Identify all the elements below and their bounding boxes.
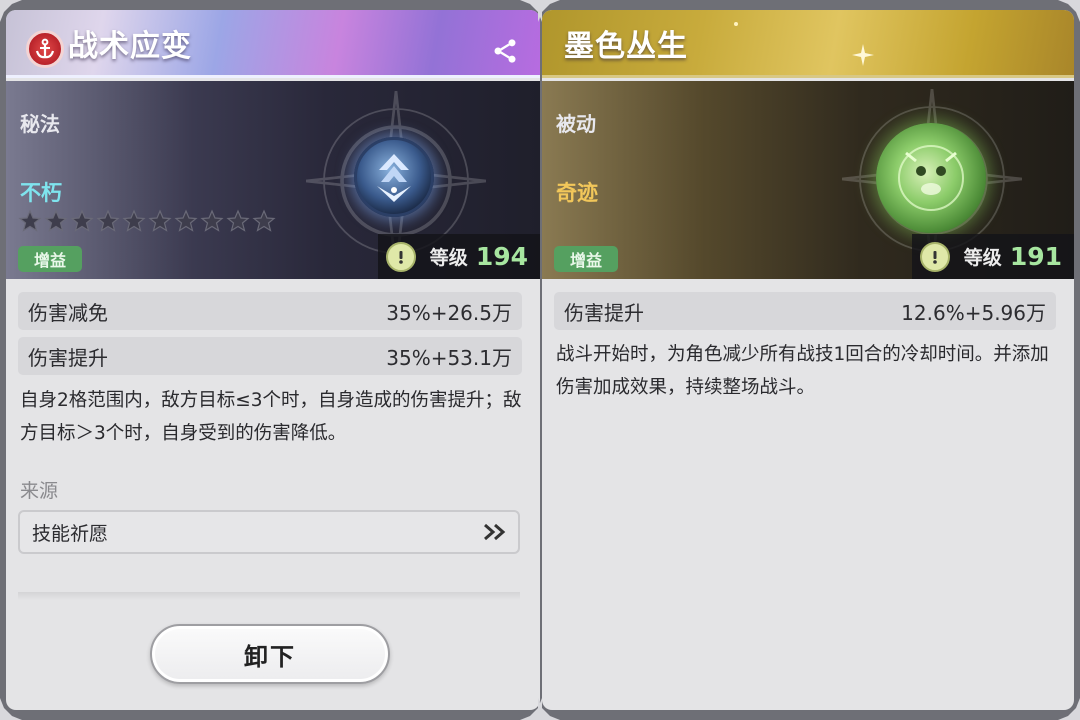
card-header: 墨色丛生	[542, 10, 1074, 78]
star-icon	[44, 209, 68, 232]
stat-name: 伤害提升	[564, 300, 644, 325]
stat-value: 35%+53.1万	[386, 345, 512, 370]
skill-info-band: 秘法 不朽 增益 等级 194	[6, 81, 540, 279]
right-skill-card: 墨色丛生 被动 奇迹 增益 等级 191 伤害提升 12.6%+5.96万 战斗…	[542, 10, 1074, 710]
star-rating	[18, 209, 276, 233]
skill-title: 战术应变	[68, 28, 192, 64]
left-skill-card: 战术应变 秘法 不朽 增益 等级 194 伤害减免 35%+26.5万 伤害提升…	[6, 10, 540, 710]
skill-rarity: 不朽	[20, 181, 62, 205]
level-display: 等级 194	[377, 234, 540, 279]
corner-ornament-icon	[538, 698, 560, 720]
level-value: 191	[1009, 242, 1062, 271]
skill-description: 自身2格范围内，敌方目标≤3个时，自身造成的伤害提升；敌方目标＞3个时，自身受到…	[20, 390, 522, 444]
skill-info-band: 被动 奇迹 增益 等级 191	[542, 81, 1074, 279]
anchor-emblem-icon	[26, 30, 64, 68]
source-value: 技能祈愿	[32, 522, 109, 545]
buff-badge: 增益	[18, 246, 82, 272]
stat-row: 伤害减免 35%+26.5万	[18, 292, 522, 330]
stat-list: 伤害减免 35%+26.5万 伤害提升 35%+53.1万	[18, 292, 522, 382]
corner-ornament-icon	[0, 698, 22, 720]
skill-description: 战斗开始时，为角色减少所有战技1回合的冷却时间。并添加伤害加成效果，持续整场战斗…	[556, 344, 1049, 398]
corner-ornament-icon	[0, 0, 22, 22]
share-icon[interactable]	[488, 34, 522, 68]
corner-ornament-icon	[1058, 698, 1080, 720]
star-icon	[122, 209, 146, 232]
stat-list: 伤害提升 12.6%+5.96万	[554, 292, 1056, 337]
star-icon	[226, 209, 250, 232]
star-icon	[200, 209, 224, 232]
skill-type: 被动	[556, 112, 596, 136]
source-label: 来源	[20, 480, 59, 502]
corner-ornament-icon	[1058, 0, 1080, 22]
alert-icon[interactable]	[919, 241, 950, 272]
skill-rarity: 奇迹	[556, 181, 598, 205]
source-link[interactable]: 技能祈愿	[18, 510, 520, 554]
alert-icon[interactable]	[385, 241, 416, 272]
star-icon	[70, 209, 94, 232]
divider	[18, 592, 520, 600]
star-icon	[252, 209, 276, 232]
stat-name: 伤害提升	[28, 345, 108, 370]
unload-button[interactable]: 卸下	[150, 624, 390, 684]
stat-value: 12.6%+5.96万	[901, 300, 1046, 325]
skill-title: 墨色丛生	[564, 28, 688, 64]
level-value: 194	[475, 242, 528, 271]
sparkle-icon	[734, 22, 738, 26]
star-icon	[174, 209, 198, 232]
level-label: 等级	[429, 247, 468, 269]
skill-orb-icon	[354, 137, 434, 217]
star-icon	[18, 209, 42, 232]
stat-value: 35%+26.5万	[386, 300, 512, 325]
buff-badge: 增益	[554, 246, 618, 272]
stat-row: 伤害提升 35%+53.1万	[18, 337, 522, 375]
double-chevron-right-icon	[484, 523, 506, 541]
level-display: 等级 191	[911, 234, 1074, 279]
level-label: 等级	[963, 247, 1002, 269]
skill-orb-icon	[876, 123, 986, 233]
sparkle-icon	[852, 44, 874, 66]
stat-name: 伤害减免	[28, 300, 108, 325]
card-header: 战术应变	[6, 10, 540, 78]
stat-row: 伤害提升 12.6%+5.96万	[554, 292, 1056, 330]
corner-ornament-icon	[538, 0, 560, 22]
skill-type: 秘法	[20, 112, 60, 136]
star-icon	[148, 209, 172, 232]
star-icon	[96, 209, 120, 232]
